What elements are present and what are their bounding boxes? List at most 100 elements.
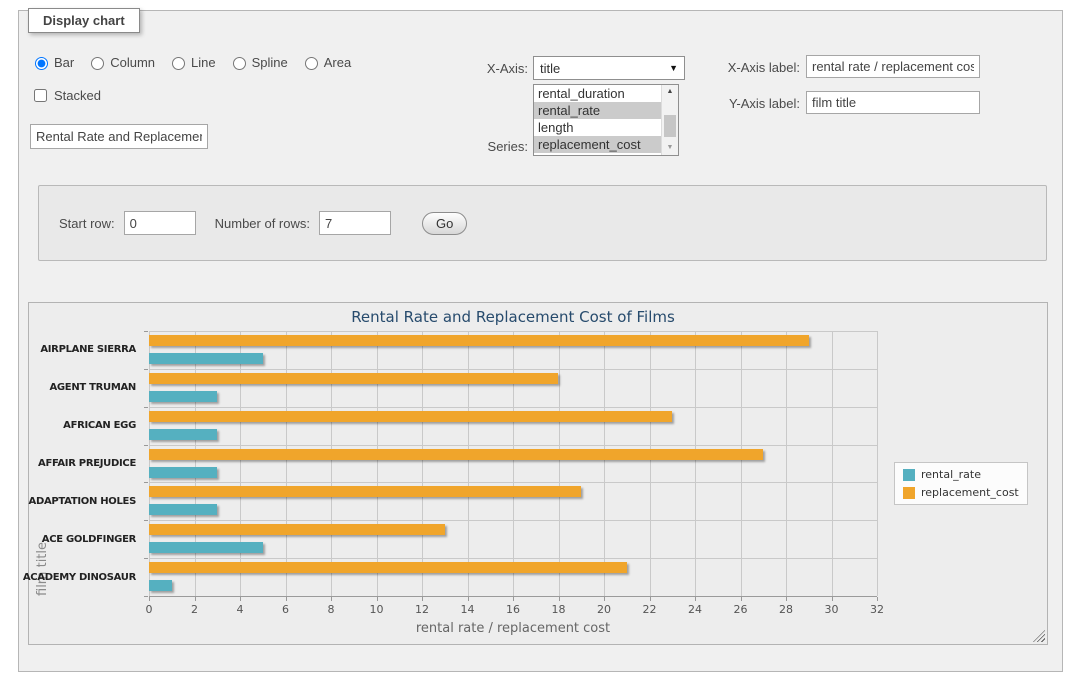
x-tick-label: 12 [415,603,429,616]
series-option-rental_rate[interactable]: rental_rate [534,102,662,119]
chart-type-radio-column[interactable] [91,57,104,70]
x-axis-label-input[interactable] [806,55,980,78]
x-tick-mark [422,597,423,601]
x-tick-mark [832,597,833,601]
x-tick-mark [786,597,787,601]
row-range-box: Start row: Number of rows: Go [38,185,1047,261]
x-tick-mark [604,597,605,601]
legend-swatch-icon [903,487,915,499]
series-select-label: Series: [430,139,528,154]
x-tick-label: 26 [734,603,748,616]
chart-type-option-label: Column [110,55,155,70]
series-multiselect[interactable]: rental_durationrental_ratelengthreplacem… [533,84,679,156]
legend-label: replacement_cost [921,486,1019,499]
category-row [149,407,877,445]
x-axis-label-label: X-Axis label: [698,60,800,75]
bar-rental_rate [149,353,263,364]
chart-type-option-line[interactable]: Line [167,54,216,70]
x-tick-label: 22 [643,603,657,616]
legend-swatch-icon [903,469,915,481]
bar-replacement_cost [149,373,558,384]
bar-replacement_cost [149,449,763,460]
chart-type-option-label: Spline [252,55,288,70]
x-tick-mark [377,597,378,601]
chart-type-radio-line[interactable] [172,57,185,70]
bar-replacement_cost [149,562,627,573]
category-label: AFRICAN EGG [29,407,143,445]
chart-type-radio-bar[interactable] [35,57,48,70]
series-option-length[interactable]: length [534,119,662,136]
x-tick-label: 6 [282,603,289,616]
bar-replacement_cost [149,524,445,535]
chart-type-option-label: Line [191,55,216,70]
x-tick-mark [741,597,742,601]
resize-grip-icon[interactable] [1033,630,1045,642]
chart-type-option-spline[interactable]: Spline [228,54,288,70]
x-tick-label: 32 [870,603,884,616]
scrollbar[interactable]: ▲ ▼ [661,85,678,155]
category-label: AFFAIR PREJUDICE [29,445,143,483]
y-tick-mark [144,596,148,597]
chart-type-radio-area[interactable] [305,57,318,70]
x-axis-tick-labels: 02468101214161820222426283032 [149,603,877,617]
scrollbar-thumb[interactable] [664,115,676,137]
go-button[interactable]: Go [422,212,467,235]
category-row [149,445,877,483]
y-axis-label-label: Y-Axis label: [698,96,800,111]
start-row-input[interactable] [124,211,196,235]
bar-rental_rate [149,429,217,440]
x-tick-label: 30 [825,603,839,616]
x-tick-mark [240,597,241,601]
chart-title-input[interactable] [30,124,208,149]
legend-item-replacement_cost[interactable]: replacement_cost [903,486,1019,499]
chart-type-radio-group: Bar Column Line Spline Area [30,54,351,70]
x-tick-label: 10 [370,603,384,616]
bar-replacement_cost [149,486,581,497]
number-of-rows-input[interactable] [319,211,391,235]
legend-item-rental_rate[interactable]: rental_rate [903,468,1019,481]
x-tick-label: 20 [597,603,611,616]
stacked-label: Stacked [54,88,101,103]
category-label: AIRPLANE SIERRA [29,331,143,369]
y-tick-mark [144,445,148,446]
x-tick-mark [695,597,696,601]
x-tick-label: 28 [779,603,793,616]
x-tick-label: 8 [328,603,335,616]
category-row [149,558,877,596]
category-label: AGENT TRUMAN [29,369,143,407]
x-tick-label: 4 [237,603,244,616]
bar-rental_rate [149,391,217,402]
category-label: ACADEMY DINOSAUR [29,558,143,596]
chevron-down-icon: ▼ [669,63,678,73]
x-tick-label: 14 [461,603,475,616]
legend-label: rental_rate [921,468,981,481]
x-tick-mark [286,597,287,601]
bar-rental_rate [149,467,217,478]
series-option-replacement_cost[interactable]: replacement_cost [534,136,662,153]
scroll-up-icon[interactable]: ▲ [662,85,678,99]
bar-rental_rate [149,504,217,515]
chart-type-option-bar[interactable]: Bar [30,54,74,70]
category-row [149,482,877,520]
bar-rental_rate [149,580,172,591]
chart-type-radio-spline[interactable] [233,57,246,70]
x-tick-mark [513,597,514,601]
chart-type-option-label: Bar [54,55,74,70]
x-axis-select[interactable]: title ▼ [533,56,685,80]
y-tick-mark [144,407,148,408]
y-tick-mark [144,369,148,370]
scroll-down-icon[interactable]: ▼ [662,141,678,155]
bar-replacement_cost [149,411,672,422]
y-axis-label-input[interactable] [806,91,980,114]
category-row [149,520,877,558]
x-tick-mark [149,597,150,601]
y-tick-mark [144,520,148,521]
series-option-rental_duration[interactable]: rental_duration [534,85,662,102]
chart-type-option-column[interactable]: Column [86,54,155,70]
stacked-checkbox[interactable] [34,89,47,102]
chart-type-option-area[interactable]: Area [300,54,351,70]
stacked-checkbox-row[interactable]: Stacked [30,86,101,105]
x-tick-label: 16 [506,603,520,616]
y-tick-mark [144,482,148,483]
x-tick-mark [877,597,878,601]
